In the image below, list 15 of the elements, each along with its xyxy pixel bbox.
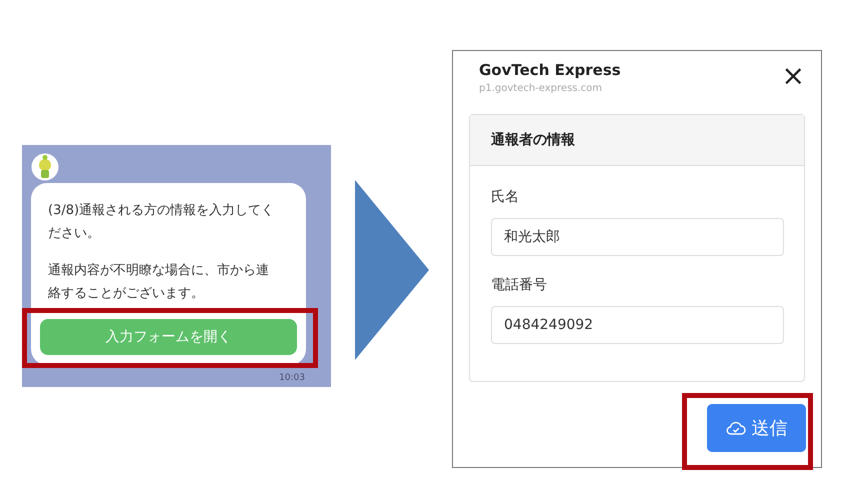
cloud-check-icon [726,420,746,436]
url-text: p1.govtech-express.com [479,83,604,94]
submit-button[interactable]: 送信 [707,404,806,452]
window-title: GovTech Express [479,61,621,79]
input-field[interactable]: 和光太郎 [491,218,784,256]
message-text: 通報内容が不明瞭な場合に、市から連絡することがございます。 [48,262,270,303]
message-text: (3/8)通報される方の情報を入力してください。 [48,202,276,243]
close-button[interactable]: × [782,64,805,88]
arrow-icon [355,180,429,360]
field-label: 電話番号 [491,276,548,294]
field-label: 氏名 [491,188,520,206]
avatar-icon [31,153,59,181]
section-header: 通報者の情報 [470,115,804,166]
message-time: 10:03 [279,373,305,383]
input-field[interactable]: 0484249092 [491,306,784,344]
